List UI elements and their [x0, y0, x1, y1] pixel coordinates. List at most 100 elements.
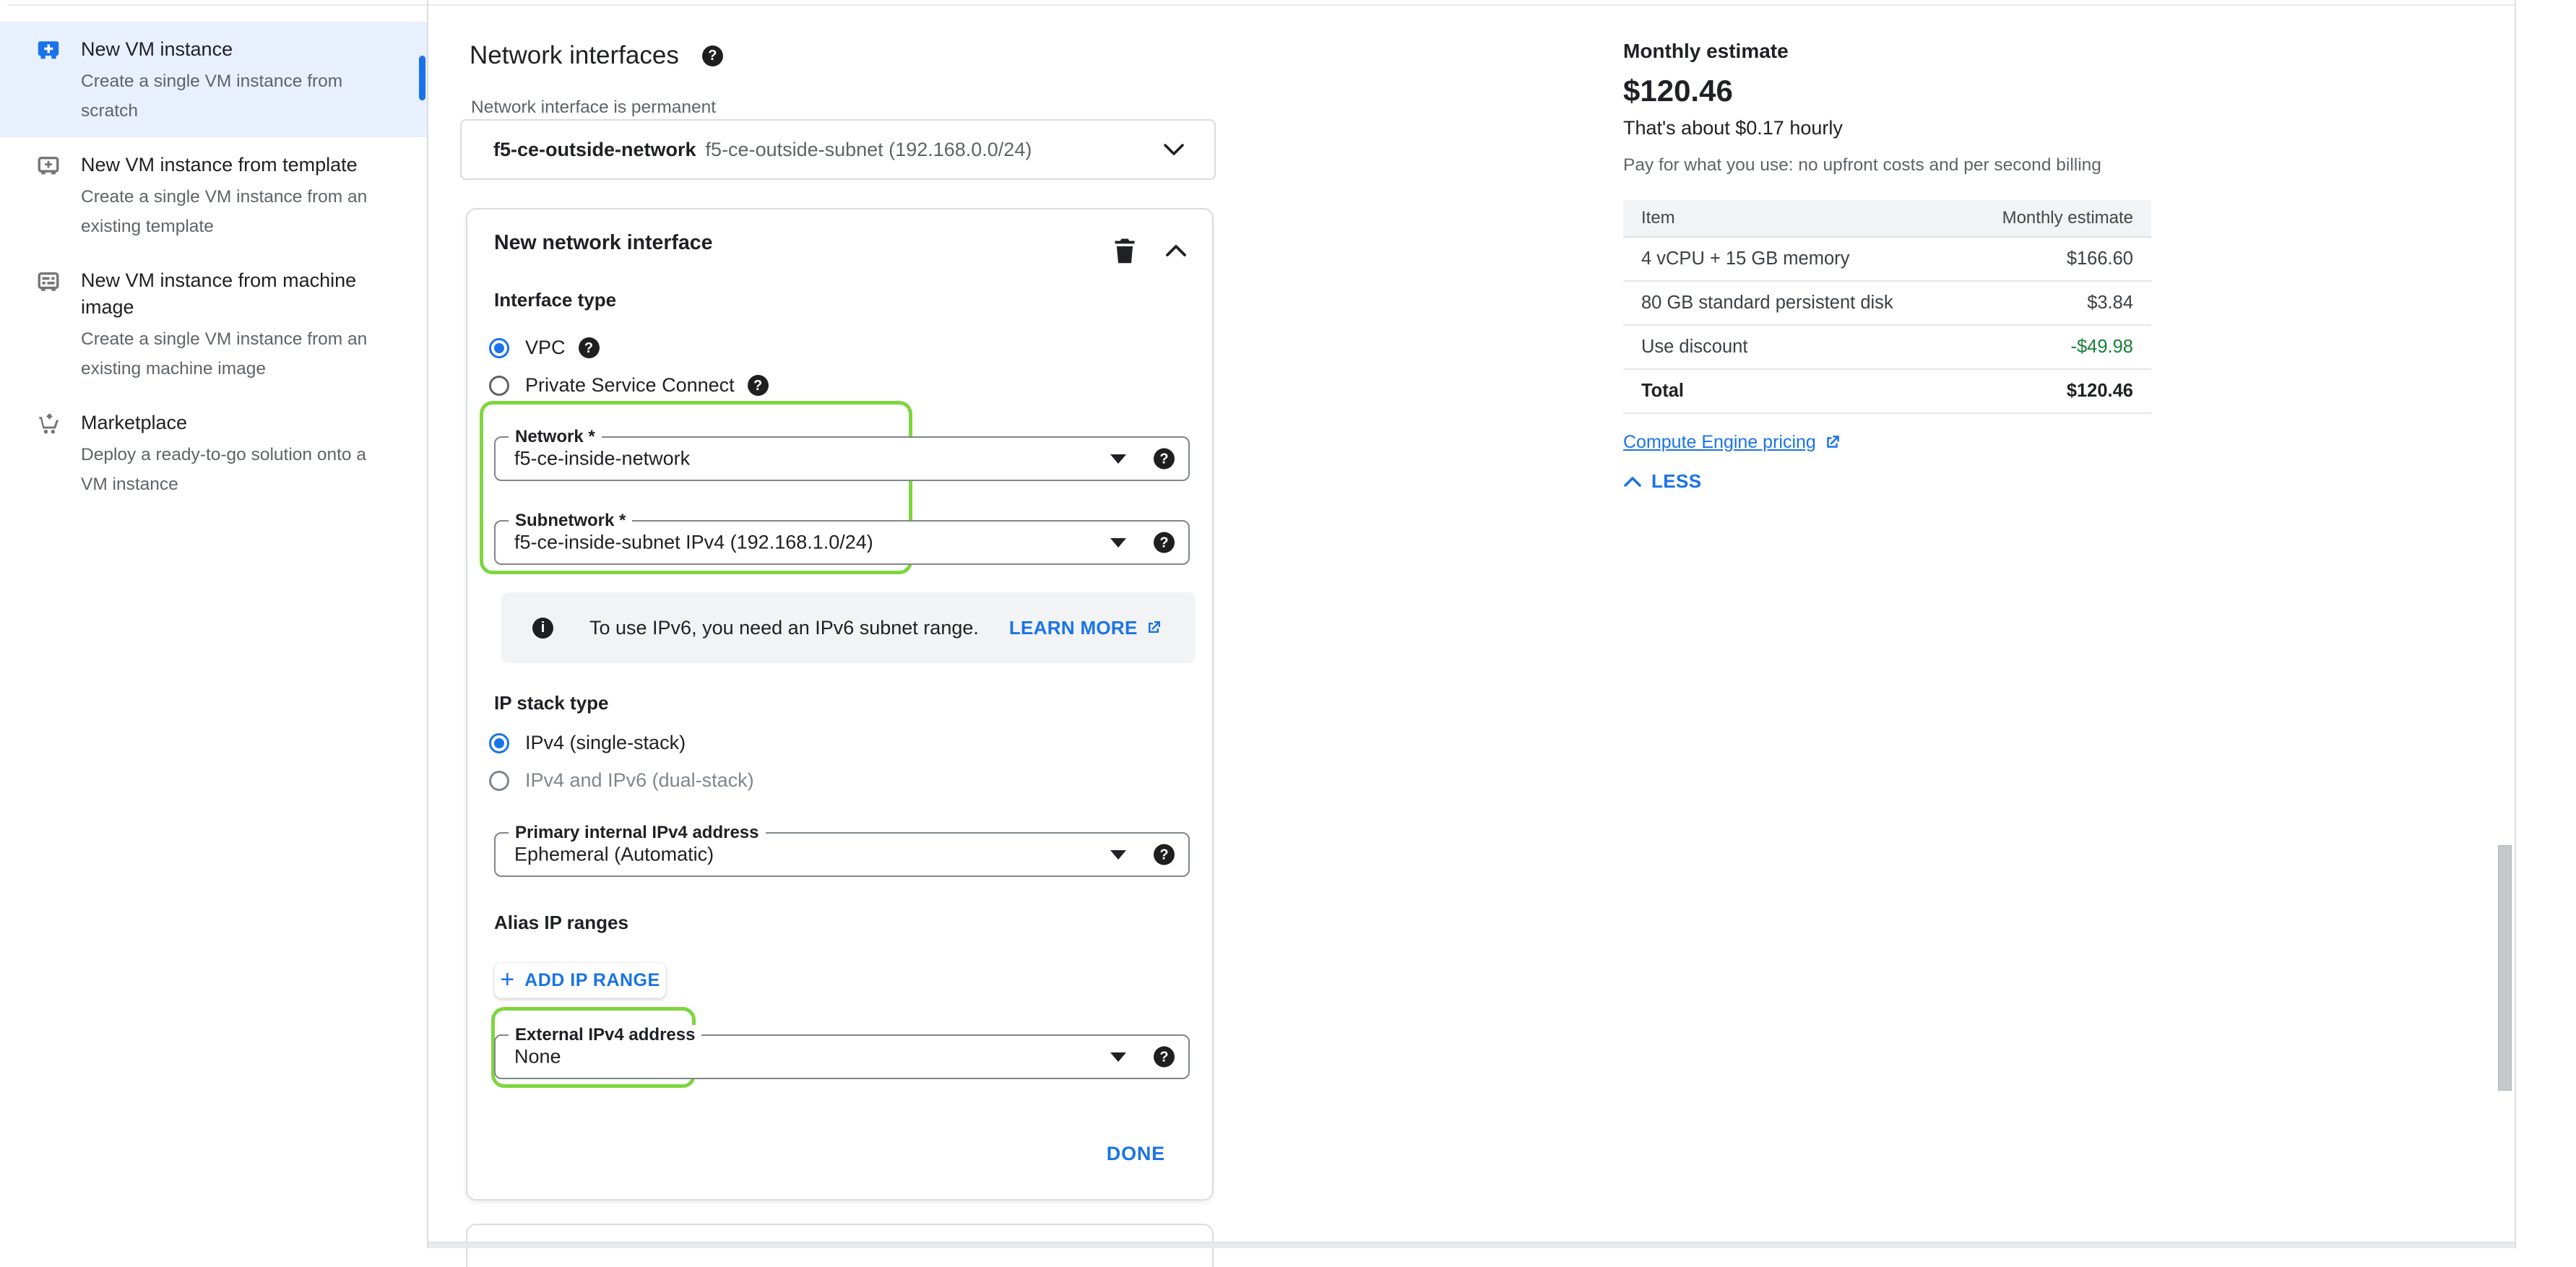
primary-internal-ipv4-value: Ephemeral (Automatic) [514, 844, 714, 866]
header-monthly-estimate: Monthly estimate [2002, 208, 2151, 228]
sidebar-divider [427, 0, 428, 1248]
done-button[interactable]: DONE [1107, 1143, 1165, 1165]
learn-more-label: LEARN MORE [1009, 617, 1138, 639]
primary-internal-ipv4-select-field[interactable]: Primary internal IPv4 address Ephemeral … [494, 832, 1190, 877]
network-interfaces-help-icon[interactable]: ? [702, 46, 723, 66]
primary-internal-ipv4-help-icon[interactable]: ? [1154, 844, 1175, 865]
vpc-radio-label: VPC [525, 337, 566, 359]
table-row: 4 vCPU + 15 GB memory $166.60 [1623, 238, 2151, 282]
sidebar-item-title: New VM instance from machine image [81, 267, 393, 321]
sidebar-item-description: Create a single VM instance from scratch [81, 66, 393, 126]
vm-instance-icon [36, 38, 61, 63]
sidebar-item-description: Create a single VM instance from an exis… [81, 324, 393, 384]
subnetwork-field-value: f5-ce-inside-subnet IPv4 (192.168.1.0/24… [514, 532, 873, 554]
interface-type-label: Interface type [494, 289, 616, 311]
content-right-divider [2515, 0, 2516, 1248]
row-item: 80 GB standard persistent disk [1623, 293, 1893, 313]
ipv6-banner-message: To use IPv6, you need an IPv6 subnet ran… [589, 617, 979, 639]
estimate-table: Item Monthly estimate 4 vCPU + 15 GB mem… [1623, 200, 2151, 414]
delete-interface-button[interactable] [1112, 236, 1138, 265]
new-network-interface-card: New network interface Interface type VPC… [466, 208, 1214, 1201]
info-icon: i [532, 618, 553, 639]
dual-stack-label: IPv4 and IPv6 (dual-stack) [525, 769, 754, 792]
sidebar-item-new-vm-from-template[interactable]: New VM instance from template Create a s… [0, 137, 427, 253]
add-ip-range-button[interactable]: + ADD IP RANGE [494, 962, 666, 998]
chevron-down-icon[interactable] [1162, 142, 1185, 157]
primary-internal-ipv4-label: Primary internal IPv4 address [509, 823, 766, 843]
estimate-table-header: Item Monthly estimate [1623, 200, 2151, 238]
pricing-link-label: Compute Engine pricing [1623, 432, 1816, 453]
table-row: 80 GB standard persistent disk $3.84 [1623, 282, 2151, 326]
ipv4-single-stack-label: IPv4 (single-stack) [525, 732, 686, 754]
table-row-total: Total $120.46 [1623, 370, 2151, 414]
row-item: Use discount [1623, 337, 1747, 358]
vpc-radio[interactable] [489, 338, 509, 358]
row-value-discount: -$49.98 [2071, 337, 2152, 358]
ipv4-single-stack-radio[interactable] [489, 733, 509, 753]
vm-template-icon [36, 154, 61, 178]
machine-image-icon [36, 269, 61, 294]
card-title: New network interface [494, 231, 713, 255]
monthly-estimate-amount: $120.46 [1623, 74, 1733, 108]
private-service-connect-radio-label: Private Service Connect [525, 374, 735, 397]
dropdown-caret-icon [1110, 850, 1126, 860]
selected-item-indicator [419, 56, 425, 100]
external-ipv4-help-icon[interactable]: ? [1154, 1047, 1175, 1068]
radio-row-private-service-connect[interactable]: Private Service Connect ? [489, 374, 769, 397]
dropdown-caret-icon [1110, 538, 1126, 548]
sidebar-item-new-vm-instance[interactable]: New VM instance Create a single VM insta… [0, 22, 427, 137]
private-service-connect-radio[interactable] [489, 376, 509, 396]
monthly-estimate-title: Monthly estimate [1623, 40, 1789, 63]
table-row: Use discount -$49.98 [1623, 326, 2151, 370]
external-ipv4-select-field[interactable]: External IPv4 address None ? [494, 1034, 1190, 1079]
ipv6-info-banner: i To use IPv6, you need an IPv6 subnet r… [501, 592, 1196, 663]
network-interface-summary-expander[interactable]: f5-ce-outside-network f5-ce-outside-subn… [460, 119, 1216, 180]
subnetwork-field-label: Subnetwork * [509, 511, 632, 531]
less-toggle-button[interactable]: LESS [1623, 470, 1702, 493]
private-service-connect-help-icon[interactable]: ? [748, 375, 769, 396]
network-select-field[interactable]: Network * f5-ce-inside-network ? [494, 436, 1190, 481]
vertical-scrollbar-thumb[interactable] [2498, 845, 2512, 1091]
learn-more-link[interactable]: LEARN MORE [1009, 617, 1162, 639]
total-value: $120.46 [2067, 381, 2151, 402]
dual-stack-radio[interactable] [489, 771, 509, 791]
row-value: $166.60 [2067, 248, 2151, 269]
collapse-interface-button[interactable] [1164, 243, 1188, 259]
radio-row-ipv4-ipv6-dual-stack[interactable]: IPv4 and IPv6 (dual-stack) [489, 769, 754, 792]
sidebar-item-title: New VM instance [81, 36, 393, 63]
network-field-label: Network * [509, 427, 602, 447]
alias-ip-ranges-label: Alias IP ranges [494, 912, 628, 934]
add-ip-range-label: ADD IP RANGE [524, 970, 660, 991]
header-item: Item [1623, 208, 1675, 228]
sidebar-item-description: Create a single VM instance from an exis… [81, 182, 393, 241]
compute-engine-pricing-link[interactable]: Compute Engine pricing [1623, 432, 1841, 453]
external-ipv4-value: None [514, 1046, 561, 1068]
chevron-up-icon [1164, 243, 1188, 259]
less-label: LESS [1651, 470, 1702, 493]
footer-bar-edge [428, 1242, 2515, 1248]
sidebar-item-marketplace[interactable]: Marketplace Deploy a ready-to-go solutio… [0, 395, 427, 511]
ip-stack-type-label: IP stack type [494, 692, 609, 714]
marketplace-cart-icon [36, 412, 61, 436]
external-link-icon [1823, 433, 1841, 451]
hourly-estimate-note: That's about $0.17 hourly [1623, 117, 1843, 139]
summary-subnet-name: f5-ce-outside-subnet (192.168.0.0/24) [706, 139, 1032, 161]
sidebar-item-title: New VM instance from template [81, 152, 393, 178]
network-field-value: f5-ce-inside-network [514, 448, 690, 470]
vpc-help-icon[interactable]: ? [579, 337, 600, 358]
radio-row-vpc[interactable]: VPC ? [489, 337, 600, 359]
permanent-note: Network interface is permanent [471, 98, 716, 118]
row-item: 4 vCPU + 15 GB memory [1623, 248, 1849, 269]
summary-network-name: f5-ce-outside-network [493, 139, 696, 161]
subnetwork-select-field[interactable]: Subnetwork * f5-ce-inside-subnet IPv4 (1… [494, 520, 1190, 565]
subnetwork-help-icon[interactable]: ? [1154, 532, 1175, 553]
external-link-icon [1145, 619, 1162, 636]
chevron-up-icon [1623, 475, 1642, 488]
page-title: Network interfaces [470, 40, 679, 72]
sidebar-item-title: Marketplace [81, 410, 393, 436]
billing-note: Pay for what you use: no upfront costs a… [1623, 155, 2101, 176]
radio-row-ipv4-single-stack[interactable]: IPv4 (single-stack) [489, 732, 686, 754]
sidebar-item-new-vm-from-machine-image[interactable]: New VM instance from machine image Creat… [0, 253, 427, 395]
total-label: Total [1623, 381, 1684, 402]
network-help-icon[interactable]: ? [1154, 449, 1175, 470]
